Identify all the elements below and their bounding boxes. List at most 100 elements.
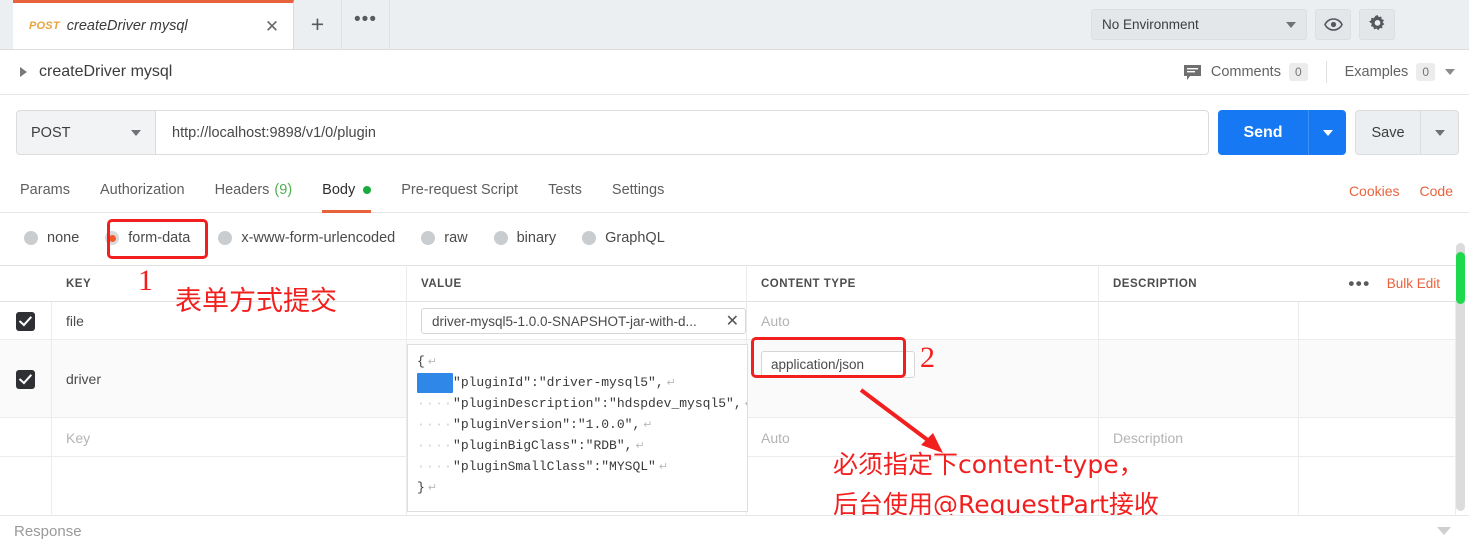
cookies-link[interactable]: Cookies [1349, 183, 1400, 199]
gear-icon[interactable] [1359, 9, 1395, 40]
tab-settings[interactable]: Settings [612, 170, 664, 213]
json-line-text: } [417, 480, 425, 495]
url-input[interactable]: http://localhost:9898/v1/0/plugin [156, 110, 1209, 155]
row-description-file[interactable] [1099, 302, 1299, 340]
chevron-down-icon [1434, 129, 1445, 136]
body-mode-raw-label: raw [444, 230, 468, 246]
tab-pre-request-script[interactable]: Pre-request Script [401, 170, 518, 213]
file-chip[interactable]: driver-mysql5-1.0.0-SNAPSHOT-jar-with-d.… [421, 308, 746, 334]
chevron-down-icon [1286, 21, 1296, 28]
content-type-placeholder: Auto [761, 313, 790, 329]
breadcrumb-actions: Comments 0 Examples 0 [1183, 61, 1469, 83]
body-mode-graphql-label: GraphQL [605, 230, 665, 246]
response-bar: Response [0, 515, 1469, 546]
file-name-label: driver-mysql5-1.0.0-SNAPSHOT-jar-with-d.… [432, 313, 697, 329]
driver-json-editor[interactable]: {↵ ····"pluginId":"driver-mysql5",↵ ····… [407, 344, 748, 512]
row-description-empty[interactable]: Description [1099, 418, 1299, 457]
row-value-file[interactable]: driver-mysql5-1.0.0-SNAPSHOT-jar-with-d.… [407, 302, 747, 340]
ellipsis-icon[interactable]: ••• [342, 0, 390, 49]
close-icon[interactable]: ✕ [261, 15, 283, 37]
header-key: KEY [52, 265, 407, 302]
newline-mark-icon: ↵ [745, 395, 747, 415]
row-content-type-driver[interactable]: application/json [747, 340, 1099, 418]
comments-button[interactable]: Comments 0 [1183, 63, 1308, 81]
json-indent: ···· [417, 417, 454, 432]
content-type-placeholder: Auto [761, 429, 790, 446]
header-description: DESCRIPTION [1113, 277, 1198, 290]
tab-params[interactable]: Params [20, 170, 70, 213]
checkbox-checked-icon [16, 369, 35, 389]
json-indent: ···· [417, 438, 454, 453]
request-url-row: POST http://localhost:9898/v1/0/plugin S… [0, 96, 1469, 170]
body-mode-form-data[interactable]: form-data [105, 230, 190, 246]
json-line: ····"pluginId":"driver-mysql5",↵ [417, 373, 747, 394]
response-label: Response [14, 522, 82, 540]
body-mode-x-www-form-urlencoded[interactable]: x-www-form-urlencoded [218, 230, 395, 246]
comment-bubble-icon [1183, 64, 1202, 81]
request-tab-createdriver-mysql[interactable]: POST createDriver mysql ✕ [13, 0, 294, 49]
json-line: ···· "pluginVersion":"1.0.0", ↵ [417, 415, 747, 436]
row-checkbox-empty[interactable] [0, 418, 52, 457]
environment-selector[interactable]: No Environment [1091, 9, 1307, 40]
tab-title-label: createDriver mysql [66, 18, 188, 34]
tab-method-label: POST [29, 20, 60, 32]
json-line-text: "pluginDescription":"hdspdev_mysql5", [453, 396, 742, 411]
send-options-button[interactable] [1308, 110, 1346, 155]
json-line: ···· "pluginDescription":"hdspdev_mysql5"… [417, 394, 747, 415]
examples-label: Examples [1344, 64, 1409, 80]
comments-label: Comments [1210, 64, 1281, 80]
body-mode-x-www-form-urlencoded-label: x-www-form-urlencoded [241, 230, 396, 246]
postman-window: POST createDriver mysql ✕ + ••• No Envir… [0, 0, 1469, 546]
key-placeholder: Key [66, 429, 91, 446]
row-checkbox-file[interactable] [0, 302, 52, 340]
json-line: {↵ [417, 352, 747, 373]
ellipsis-icon[interactable]: ••• [1348, 274, 1370, 294]
row-description-driver[interactable] [1099, 340, 1299, 418]
request-tabs: Params Authorization Headers (9) Body Pr… [0, 170, 1469, 213]
send-button-group: Send [1218, 110, 1346, 155]
row-key-label: file [66, 313, 84, 329]
send-button[interactable]: Send [1218, 110, 1308, 155]
body-mode-binary[interactable]: binary [493, 230, 556, 246]
row-checkbox-driver[interactable] [0, 340, 52, 418]
row-content-type-empty[interactable]: Auto [747, 418, 1099, 457]
expand-triangle-icon[interactable] [20, 67, 27, 77]
body-mode-graphql[interactable]: GraphQL [582, 230, 665, 246]
save-button[interactable]: Save [1355, 110, 1421, 155]
examples-count: 0 [1416, 63, 1435, 81]
tab-authorization[interactable]: Authorization [100, 170, 185, 213]
json-line-text: { [417, 354, 425, 369]
examples-button[interactable]: Examples 0 [1345, 63, 1455, 81]
radio-icon [421, 231, 436, 245]
tab-tests[interactable]: Tests [548, 170, 582, 213]
json-line: } ↵ [417, 478, 747, 499]
plus-icon[interactable]: + [294, 0, 342, 49]
tab-settings-label: Settings [611, 182, 665, 198]
body-active-indicator-icon [363, 186, 372, 194]
bulk-edit-link[interactable]: Bulk Edit [1387, 276, 1440, 291]
breadcrumb-row: createDriver mysql Comments 0 Examples 0 [0, 50, 1469, 95]
row-key-driver[interactable]: driver [52, 340, 407, 418]
method-selector[interactable]: POST [16, 110, 156, 155]
chevron-down-icon[interactable] [1445, 69, 1455, 75]
close-icon[interactable]: ✕ [720, 311, 739, 331]
chevron-down-icon[interactable] [1437, 527, 1451, 535]
newline-mark-icon: ↵ [635, 441, 645, 453]
row-actions-empty [1299, 418, 1456, 457]
json-line-text: "pluginId":"driver-mysql5", [453, 375, 664, 390]
eye-icon[interactable] [1315, 9, 1351, 40]
header-value: VALUE [407, 265, 747, 302]
tab-body[interactable]: Body [322, 170, 372, 213]
row-content-type-file[interactable]: Auto [747, 302, 1099, 340]
tab-headers[interactable]: Headers (9) [215, 170, 293, 213]
vertical-scrollbar-thumb[interactable] [1456, 252, 1465, 304]
body-mode-raw[interactable]: raw [421, 230, 468, 246]
row-key-empty[interactable]: Key [52, 418, 407, 457]
body-mode-none[interactable]: none [24, 230, 79, 246]
tab-params-label: Params [20, 182, 70, 198]
row-key-file[interactable]: file [52, 302, 407, 340]
save-options-button[interactable] [1421, 110, 1459, 155]
code-link[interactable]: Code [1420, 183, 1453, 199]
newline-mark-icon: ↵ [427, 483, 438, 495]
content-type-input[interactable]: application/json [761, 351, 915, 378]
